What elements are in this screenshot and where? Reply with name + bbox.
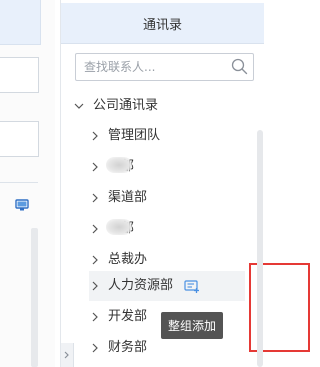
search-box bbox=[75, 53, 254, 81]
tree-item-channel[interactable]: 渠道部 bbox=[89, 187, 239, 209]
tree-root-label: 公司通讯录 bbox=[93, 98, 159, 113]
redaction-mask bbox=[106, 157, 132, 173]
tree-item-development[interactable]: 开发部 bbox=[89, 306, 169, 328]
chevron-down-icon[interactable] bbox=[73, 95, 85, 117]
chevron-right-icon[interactable] bbox=[89, 187, 101, 209]
left-header-area bbox=[0, 0, 41, 45]
tree-root-company[interactable]: 公司通讯录 bbox=[73, 95, 223, 117]
contacts-panel: 通讯录 公司通讯录 管理团队 部 bbox=[60, 0, 310, 367]
header-divider bbox=[61, 43, 264, 44]
tree-item-label: 总裁办 bbox=[108, 252, 148, 267]
tree-item-label: 管理团队 bbox=[108, 128, 161, 143]
tree-item-department[interactable]: 部 bbox=[89, 218, 239, 240]
panel-scrollbar[interactable] bbox=[257, 130, 263, 367]
search-input[interactable] bbox=[84, 58, 224, 76]
chevron-right-icon[interactable] bbox=[89, 306, 101, 328]
monitor-icon[interactable] bbox=[15, 199, 29, 211]
tree-item-department[interactable]: 部 bbox=[89, 156, 239, 178]
chevron-right-icon[interactable] bbox=[89, 125, 101, 147]
left-field-2[interactable] bbox=[0, 121, 39, 157]
tree-item-hr[interactable]: 人力资源部 bbox=[89, 275, 239, 297]
left-field-1[interactable] bbox=[0, 57, 39, 93]
tree-item-presidents-office[interactable]: 总裁办 bbox=[89, 249, 239, 271]
tree-item-label: 财务部 bbox=[108, 340, 148, 355]
tree-item-finance[interactable]: 财务部 bbox=[89, 337, 169, 359]
left-pane bbox=[0, 0, 55, 367]
chevron-right-icon[interactable] bbox=[89, 275, 101, 297]
chevron-right-icon[interactable] bbox=[89, 218, 101, 240]
collapse-arrow-icon bbox=[64, 351, 69, 359]
collapse-panel-button[interactable] bbox=[61, 343, 74, 367]
chevron-right-icon[interactable] bbox=[89, 156, 101, 178]
tree-item-label: 人力资源部 bbox=[108, 278, 174, 293]
left-scrollbar[interactable] bbox=[31, 228, 38, 367]
left-divider bbox=[0, 182, 38, 183]
tooltip-group-add: 整组添加 bbox=[161, 312, 223, 339]
tree-item-label: 渠道部 bbox=[108, 190, 148, 205]
tree-item-management[interactable]: 管理团队 bbox=[89, 125, 239, 147]
chevron-right-icon[interactable] bbox=[89, 337, 101, 359]
redaction-mask bbox=[106, 219, 132, 235]
tree-item-label: 开发部 bbox=[108, 309, 148, 324]
chevron-right-icon[interactable] bbox=[89, 249, 101, 271]
group-add-icon[interactable] bbox=[184, 279, 200, 294]
panel-title: 通讯录 bbox=[61, 3, 264, 43]
search-icon[interactable] bbox=[231, 58, 248, 75]
